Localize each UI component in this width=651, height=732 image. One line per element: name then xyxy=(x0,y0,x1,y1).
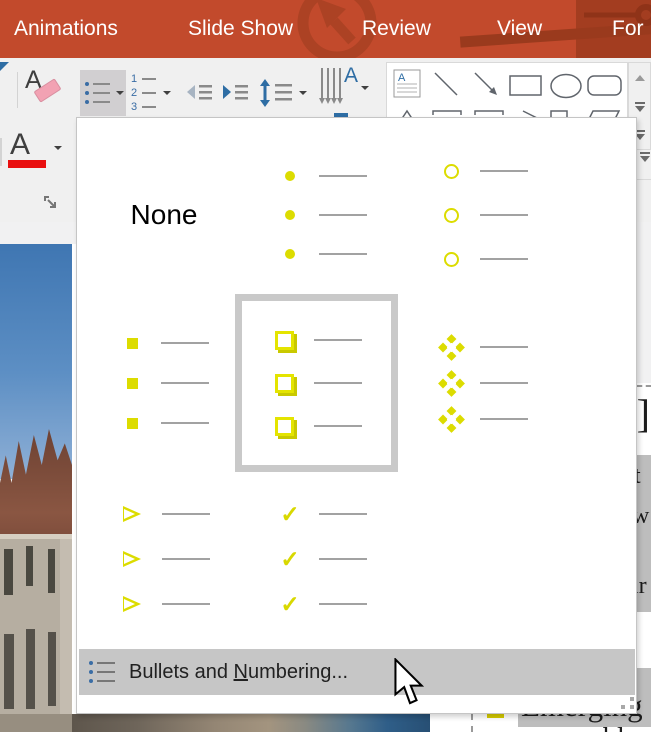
tab-slide-show[interactable]: Slide Show xyxy=(188,0,293,58)
none-label: None xyxy=(130,199,198,230)
bullets-and-numbering-menu-item[interactable]: Bullets and Numbering... xyxy=(79,649,635,695)
checkmark-bullet-icon: ✓ xyxy=(280,545,300,572)
dialog-launcher-button[interactable] xyxy=(44,196,60,212)
bullets-gallery-dropdown: None ✓ ✓ ✓ Bullets and Numbering... xyxy=(76,117,637,714)
more-bar-icon xyxy=(640,152,650,154)
numbering-button[interactable]: 1 2 3 xyxy=(128,70,182,116)
star-bullet-icon xyxy=(446,414,456,424)
increase-indent-button[interactable] xyxy=(222,74,252,112)
slide-bullet-square xyxy=(487,714,504,718)
bullets-icon xyxy=(85,82,110,104)
bullets-button[interactable] xyxy=(80,70,126,116)
filled-square-bullet-icon xyxy=(126,337,138,349)
separator xyxy=(0,138,2,166)
tab-review[interactable]: Review xyxy=(362,0,431,58)
bullet-option-star[interactable] xyxy=(407,294,559,472)
triangle-up-icon xyxy=(634,74,645,81)
filled-round-bullet-icon xyxy=(285,210,295,220)
hollow-round-bullet-icon xyxy=(443,207,459,223)
separator xyxy=(637,179,651,180)
resize-grip-icon[interactable] xyxy=(630,697,634,701)
font-color-icon: A xyxy=(10,128,31,161)
hollow-round-bullet-icon xyxy=(443,163,459,179)
font-color-button[interactable]: A xyxy=(6,128,64,174)
filled-round-bullet-icon xyxy=(285,249,295,259)
filled-square-bullet-icon xyxy=(126,417,138,429)
star-bullet-icon xyxy=(446,378,456,388)
gallery-scroll-up-button[interactable] xyxy=(629,63,650,92)
placeholder-border xyxy=(637,385,651,387)
line-spacing-icon xyxy=(260,79,292,107)
photo-building xyxy=(0,534,72,732)
increase-indent-icon xyxy=(223,85,248,100)
shape-rectangle[interactable] xyxy=(509,75,543,97)
triangle-down-icon xyxy=(640,156,650,162)
numbering-icon: 1 2 3 xyxy=(131,73,156,113)
bullet-option-arrow[interactable] xyxy=(89,476,241,641)
font-color-swatch xyxy=(8,160,46,168)
slide-photo xyxy=(0,244,72,732)
checkmark-bullet-icon: ✓ xyxy=(280,500,300,527)
bullet-option-checkmark[interactable]: ✓ ✓ ✓ xyxy=(246,476,398,641)
text-direction-button[interactable]: A xyxy=(318,64,376,116)
resize-grip-icon[interactable] xyxy=(621,705,625,709)
access-key: N xyxy=(233,660,248,683)
hollow-square-bullet-icon xyxy=(275,373,294,393)
shape-line[interactable] xyxy=(431,69,461,99)
ribbon-tab-bar: Animations Slide Show Review View For xyxy=(0,0,651,58)
bullet-option-none[interactable]: None xyxy=(89,140,239,290)
arrow-bullet-icon xyxy=(123,505,143,522)
tab-animations[interactable]: Animations xyxy=(14,0,118,58)
dialog-launcher-icon xyxy=(44,196,56,208)
second-more-button[interactable] xyxy=(639,152,651,168)
chevron-down-icon xyxy=(116,91,124,95)
chevron-down-icon xyxy=(299,91,307,95)
filled-round-bullet-icon xyxy=(285,171,295,181)
arrow-bullet-icon xyxy=(123,595,143,612)
shape-text-box[interactable]: A xyxy=(393,69,421,99)
mouse-cursor xyxy=(394,658,425,705)
hollow-round-bullet-icon xyxy=(443,251,459,267)
placeholder-border xyxy=(471,714,473,732)
text-direction-letter: A xyxy=(344,64,359,87)
bullet-option-filled-square[interactable] xyxy=(89,294,239,472)
textbox-letter: A xyxy=(398,72,406,84)
tab-format[interactable]: For xyxy=(612,0,644,58)
photo-bottom-strip xyxy=(72,714,430,732)
chevron-down-icon xyxy=(361,86,370,90)
tab-view[interactable]: View xyxy=(497,0,542,58)
shape-oval[interactable] xyxy=(549,73,583,99)
line-spacing-button[interactable] xyxy=(258,70,314,116)
bullets-icon xyxy=(89,661,115,683)
slide-text-fragment: bl xyxy=(603,723,625,732)
bullet-option-filled-round[interactable] xyxy=(246,140,398,290)
partial-icon xyxy=(0,62,9,71)
hollow-square-bullet-icon xyxy=(275,330,294,350)
separator xyxy=(17,72,18,108)
hollow-square-bullet-icon xyxy=(275,416,294,436)
shape-rounded-rectangle[interactable] xyxy=(587,75,623,97)
resize-grip-icon[interactable] xyxy=(630,705,634,709)
powerpoint-window: Animations Slide Show Review View For A … xyxy=(0,0,651,732)
decrease-indent-button[interactable] xyxy=(186,74,216,112)
filled-square-bullet-icon xyxy=(126,377,138,389)
chevron-down-icon xyxy=(54,146,62,150)
chevron-down-icon xyxy=(163,91,171,95)
shape-arrow[interactable] xyxy=(471,69,501,99)
triangle-down-icon xyxy=(634,105,645,112)
star-bullet-icon xyxy=(446,342,456,352)
menu-item-label: Bullets and Numbering... xyxy=(129,660,349,683)
more-bar-icon xyxy=(634,101,645,104)
clear-formatting-button[interactable]: A xyxy=(23,64,62,110)
arrow-bullet-icon xyxy=(123,550,143,567)
bullet-option-hollow-square-selected[interactable] xyxy=(235,294,398,472)
checkmark-bullet-icon: ✓ xyxy=(280,590,300,617)
bullet-option-hollow-round[interactable] xyxy=(407,140,559,290)
decrease-indent-icon xyxy=(187,85,212,100)
